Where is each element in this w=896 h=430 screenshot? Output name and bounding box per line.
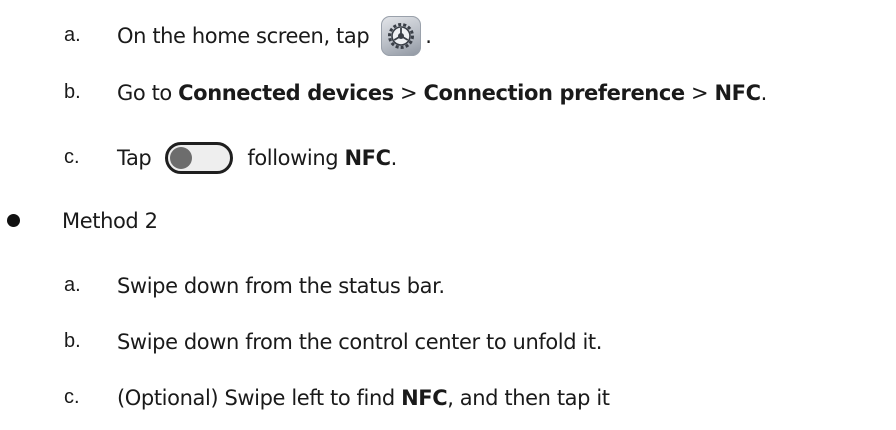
step-marker-1a: a. <box>64 24 81 46</box>
connection-preference-label: Connection preference <box>423 81 686 105</box>
step-1b-prefix: Go to <box>117 81 179 105</box>
step-2c-rest: , and then tap it <box>447 386 610 410</box>
step-1a-text: On the home screen, tap <box>117 24 370 48</box>
step-marker-2b: b. <box>64 330 81 352</box>
step-marker-1c: c. <box>64 146 80 168</box>
breadcrumb-separator: > <box>684 81 715 105</box>
method-2-heading: Method 2 <box>62 209 158 233</box>
step-1b-period: . <box>760 81 768 105</box>
step-2a: Swipe down from the status bar. <box>117 274 445 298</box>
step-marker-2c: c. <box>64 386 80 408</box>
toggle-knob <box>170 147 193 169</box>
step-2c-text: (Optional) Swipe left to find <box>117 386 402 410</box>
nfc-label: NFC <box>401 386 448 410</box>
breadcrumb-separator: > <box>393 81 424 105</box>
step-2b: Swipe down from the control center to un… <box>117 330 602 354</box>
step-1c-period: . <box>390 146 398 170</box>
step-1a: On the home screen, tap . <box>117 16 432 56</box>
step-1c-text: Tap <box>117 146 152 170</box>
step-1c: Tap following NFC . <box>117 138 397 178</box>
step-1b: Go to Connected devices > Connection pre… <box>117 73 767 113</box>
toggle-switch-off-icon <box>165 142 234 174</box>
settings-gear-icon <box>381 16 422 56</box>
step-marker-2a: a. <box>64 274 81 296</box>
connected-devices-label: Connected devices <box>178 81 394 105</box>
bullet-icon <box>7 214 20 227</box>
nfc-label: NFC <box>344 146 391 170</box>
step-2c: (Optional) Swipe left to find NFC , and … <box>117 378 610 418</box>
nfc-label: NFC <box>714 81 761 105</box>
step-1a-period: . <box>425 24 432 48</box>
step-marker-1b: b. <box>64 81 81 103</box>
step-1c-following: following <box>247 146 345 170</box>
